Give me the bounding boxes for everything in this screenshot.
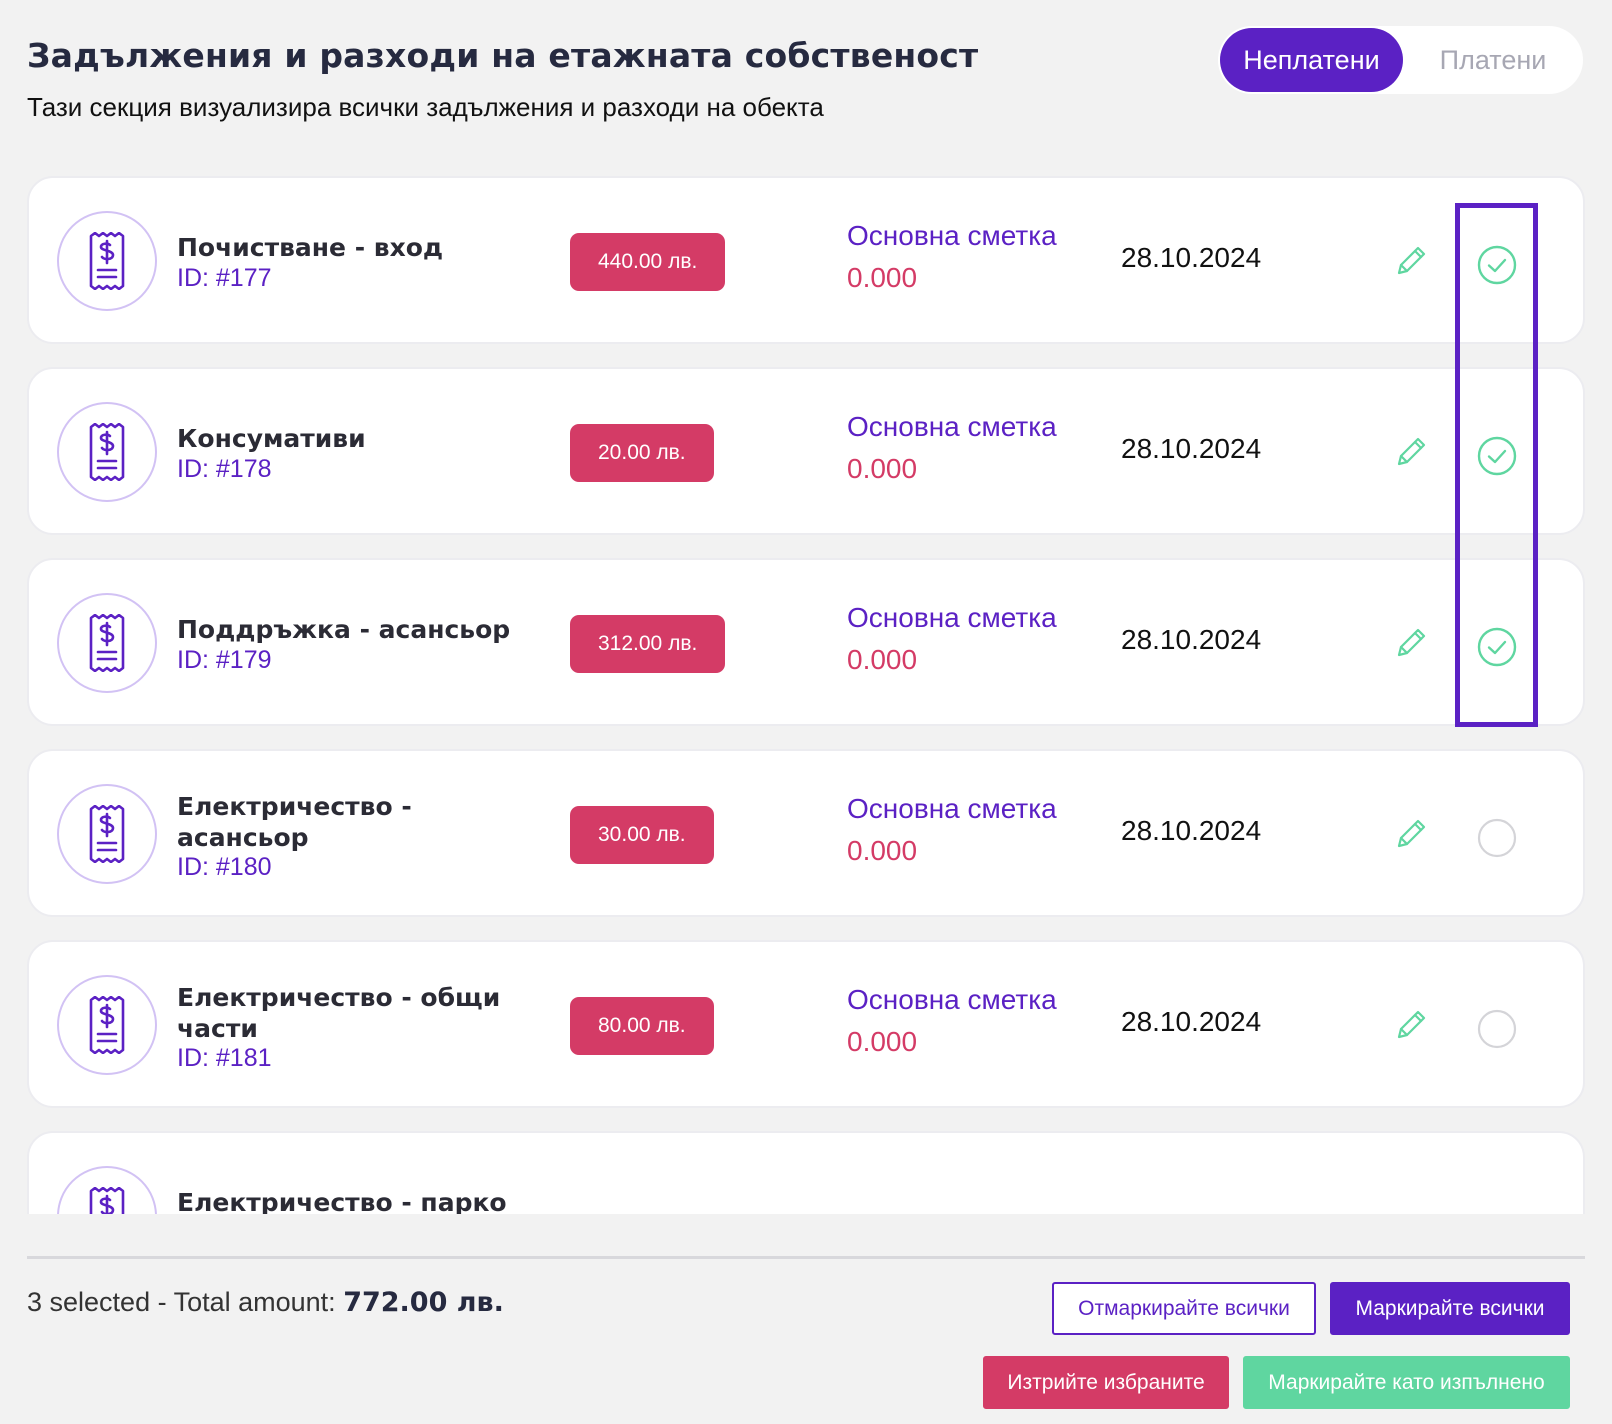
account-balance: 0.000 bbox=[847, 453, 918, 484]
expense-date: 28.10.2024 bbox=[1121, 624, 1262, 655]
expense-id: ID: #181 bbox=[177, 1044, 272, 1072]
amount-badge: 20.00 лв. bbox=[570, 424, 714, 482]
tab-paid[interactable]: Платени bbox=[1408, 28, 1578, 92]
selection-summary: 3 selected - Total amount: 772.00 лв. bbox=[27, 1287, 504, 1318]
account-name: Основна сметка bbox=[847, 984, 1057, 1015]
pencil-icon[interactable] bbox=[1394, 817, 1428, 851]
pencil-icon[interactable] bbox=[1394, 626, 1428, 660]
account-name: Основна сметка bbox=[847, 411, 1057, 442]
account-name: Основна сметка bbox=[847, 793, 1057, 824]
expense-id: ID: #180 bbox=[177, 853, 272, 881]
expense-row[interactable]: Почистване - вход ID: #177 440.00 лв. Основ… bbox=[27, 176, 1585, 344]
receipt-icon bbox=[57, 211, 157, 311]
check-circle-icon[interactable] bbox=[1476, 626, 1518, 668]
account-balance: 0.000 bbox=[847, 1026, 918, 1057]
tab-unpaid[interactable]: Неплатени bbox=[1220, 28, 1403, 92]
receipt-icon bbox=[57, 593, 157, 693]
delete-selected-button[interactable]: Изтрийте избраните bbox=[983, 1356, 1229, 1409]
expense-row[interactable]: Електричество - общи части ID: #181 80.00 … bbox=[27, 940, 1585, 1108]
account-balance: 0.000 bbox=[847, 644, 918, 675]
check-circle-icon[interactable] bbox=[1476, 244, 1518, 286]
expense-name: Почистване - вход bbox=[177, 233, 444, 262]
receipt-icon bbox=[57, 784, 157, 884]
footer-divider bbox=[27, 1256, 1585, 1259]
expense-id: ID: #179 bbox=[177, 646, 272, 674]
expense-id: ID: #178 bbox=[177, 455, 272, 483]
expense-date: 28.10.2024 bbox=[1121, 1006, 1262, 1037]
pencil-icon[interactable] bbox=[1394, 435, 1428, 469]
unmark-all-button[interactable]: Отмаркирайте всички bbox=[1052, 1282, 1316, 1335]
amount-badge: 30.00 лв. bbox=[570, 806, 714, 864]
expense-id: ID: #177 bbox=[177, 264, 272, 292]
empty-circle-icon[interactable] bbox=[1476, 1008, 1518, 1050]
expense-row[interactable]: Поддръжка - асансьор ID: #179 312.00 лв. Ос… bbox=[27, 558, 1585, 726]
receipt-icon bbox=[57, 402, 157, 502]
expense-row[interactable]: Електричество - асансьор ID: #180 30.00 лв… bbox=[27, 749, 1585, 917]
amount-badge: 80.00 лв. bbox=[570, 997, 714, 1055]
expense-date: 28.10.2024 bbox=[1121, 433, 1262, 464]
pencil-icon[interactable] bbox=[1394, 1008, 1428, 1042]
amount-badge: 312.00 лв. bbox=[570, 615, 726, 673]
amount-badge: 440.00 лв. bbox=[570, 233, 726, 291]
account-name: Основна сметка bbox=[847, 602, 1057, 633]
expenses-list[interactable]: Почистване - вход ID: #177 440.00 лв. Основ… bbox=[27, 176, 1585, 1214]
mark-all-button[interactable]: Маркирайте всички bbox=[1330, 1282, 1570, 1335]
empty-circle-icon[interactable] bbox=[1476, 817, 1518, 859]
expense-name: Поддръжка - асансьор bbox=[177, 615, 511, 644]
page-subtitle: Тази секция визуализира всички задължени… bbox=[27, 92, 824, 122]
check-circle-icon[interactable] bbox=[1476, 435, 1518, 477]
expense-name: Електричество - парко bbox=[177, 1188, 507, 1214]
selected-count-text: 3 selected - Total amount: bbox=[27, 1287, 344, 1317]
expense-row[interactable]: Консумативи ID: #178 20.00 лв. Основна смет… bbox=[27, 367, 1585, 535]
expense-date: 28.10.2024 bbox=[1121, 815, 1262, 846]
account-balance: 0.000 bbox=[847, 835, 918, 866]
receipt-icon bbox=[57, 1166, 157, 1214]
paid-unpaid-toggle: Неплатени Платени bbox=[1218, 26, 1583, 94]
expense-name: Консумативи bbox=[177, 424, 366, 453]
expense-date: 28.10.2024 bbox=[1121, 242, 1262, 273]
receipt-icon bbox=[57, 975, 157, 1075]
mark-done-button[interactable]: Маркирайте като изпълнено bbox=[1243, 1356, 1570, 1409]
pencil-icon[interactable] bbox=[1394, 244, 1428, 278]
account-balance: 0.000 bbox=[847, 262, 918, 293]
expense-row[interactable]: Електричество - парко bbox=[27, 1131, 1585, 1214]
expense-name: Електричество - общи части bbox=[177, 983, 501, 1043]
account-name: Основна сметка bbox=[847, 220, 1057, 251]
expense-name: Електричество - асансьор bbox=[177, 792, 412, 852]
total-amount: 772.00 лв. bbox=[343, 1287, 504, 1318]
